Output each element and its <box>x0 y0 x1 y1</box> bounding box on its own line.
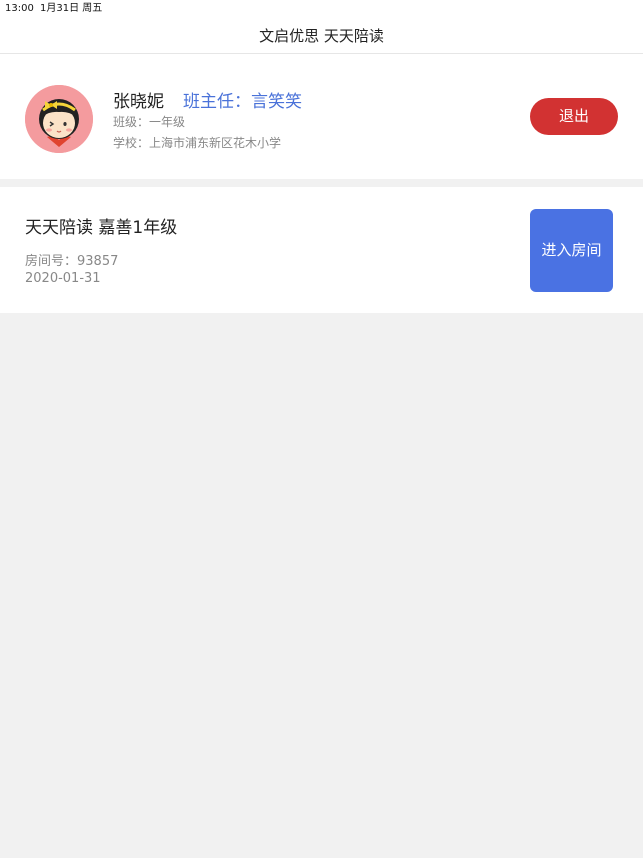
page-title: 文启优思 天天陪读 <box>259 27 384 45</box>
logout-button[interactable]: 退出 <box>530 98 618 135</box>
school-info: 学校：上海市浦东新区花木小学 <box>113 136 282 150</box>
student-name: 张晓妮 <box>113 92 164 112</box>
room-card: 天天陪读 嘉善1年级 房间号：93857 2020-01-31 进入房间 <box>0 187 643 313</box>
profile-card: 张晓妮 班主任：言笑笑 班级：一年级 学校：上海市浦东新区花木小学 退出 <box>0 54 643 179</box>
teacher-name: 班主任：言笑笑 <box>183 92 302 112</box>
room-title: 天天陪读 嘉善1年级 <box>25 218 178 238</box>
enter-room-button[interactable]: 进入房间 <box>530 209 613 292</box>
status-bar: 13:00 1月31日 周五 <box>0 0 643 18</box>
room-number: 房间号：93857 <box>25 254 119 269</box>
nav-bar: 文启优思 天天陪读 <box>0 18 643 54</box>
room-date: 2020-01-31 <box>25 271 101 286</box>
class-info: 班级：一年级 <box>113 115 186 129</box>
status-date: 1月31日 周五 <box>40 3 103 14</box>
status-time: 13:00 <box>5 3 34 14</box>
cartoon-girl-avatar-icon <box>25 85 93 153</box>
avatar <box>25 85 93 153</box>
